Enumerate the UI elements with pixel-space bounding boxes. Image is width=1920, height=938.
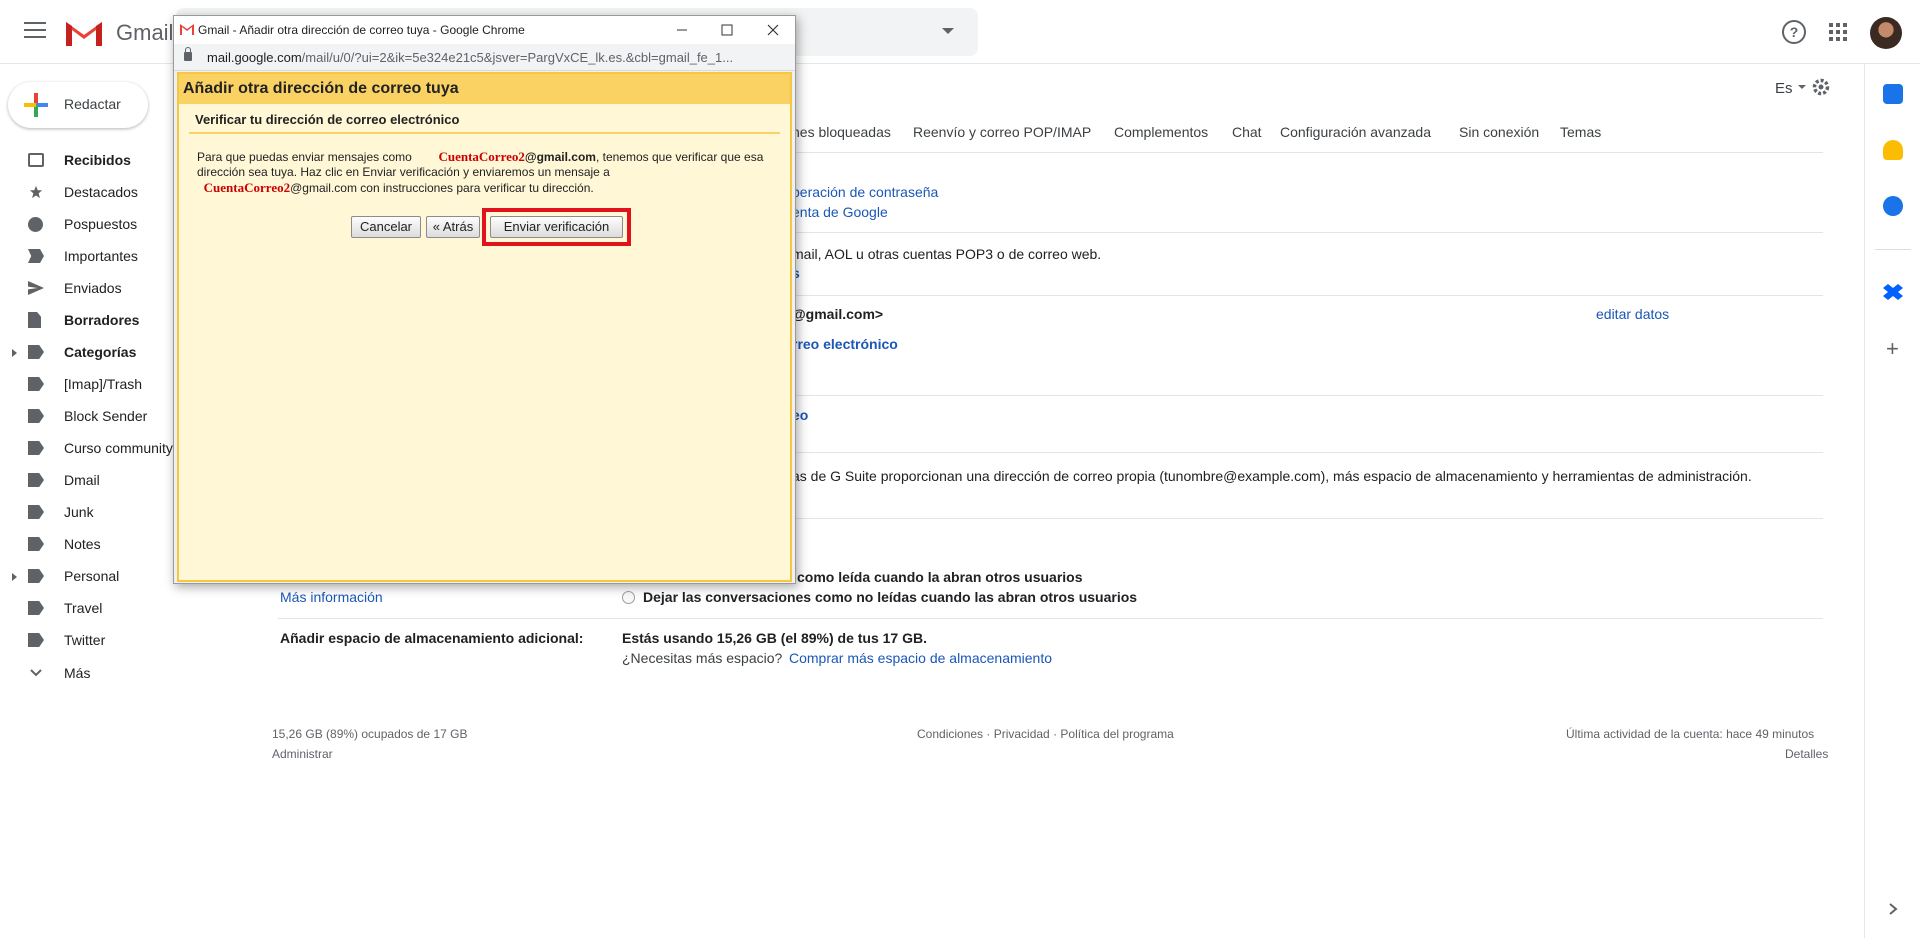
language-selector[interactable]: Es <box>1775 80 1793 97</box>
pop-accounts-text: mail, AOL u otras cuentas POP3 o de corr… <box>792 246 1102 262</box>
app-name: Gmail <box>116 20 174 45</box>
google-account-link[interactable]: enta de Google <box>792 204 888 220</box>
buy-storage-link[interactable]: Comprar más espacio de almacenamiento <box>789 650 1052 666</box>
important-icon <box>28 249 44 263</box>
footer-manage-link[interactable]: Administrar <box>272 747 333 761</box>
divider <box>1875 249 1911 250</box>
storage-usage: Estás usando 15,26 GB (el 89%) de tus 17… <box>622 630 927 646</box>
tab-themes[interactable]: Temas <box>1560 124 1601 140</box>
gear-icon[interactable] <box>1812 78 1830 96</box>
verification-popup-window: Gmail - Añadir otra dirección de correo … <box>173 15 796 584</box>
edit-data-link[interactable]: editar datos <box>1596 306 1669 322</box>
label-icon <box>28 377 44 391</box>
minimize-icon[interactable] <box>672 20 692 40</box>
lock-icon <box>184 47 192 61</box>
tab-addons[interactable]: Complementos <box>1114 124 1208 140</box>
language-caret-icon[interactable] <box>1798 85 1806 89</box>
storage-label: Añadir espacio de almacenamiento adicion… <box>280 630 584 646</box>
keep-icon[interactable] <box>1883 140 1903 160</box>
chevron-down-icon <box>30 669 42 677</box>
account-name: CuentaCorreo2 <box>203 180 291 195</box>
gmail-logo-icon[interactable] <box>64 18 104 48</box>
tab-advanced[interactable]: Configuración avanzada <box>1280 124 1431 140</box>
expand-arrow-icon[interactable] <box>12 573 17 581</box>
calendar-icon[interactable] <box>1883 84 1903 104</box>
keep-unread-option[interactable]: Dejar las conversaciones como no leídas … <box>643 589 1137 605</box>
label-icon <box>28 473 44 487</box>
divider <box>278 618 1823 619</box>
address-bar[interactable]: mail.google.com/mail/u/0/?ui=2&ik=5e324e… <box>174 44 795 71</box>
tab-blocked[interactable]: nes bloqueadas <box>792 124 891 140</box>
add-addon-icon[interactable]: + <box>1886 338 1899 360</box>
footer-storage: 15,26 GB (89%) ocupados de 17 GB <box>272 727 468 741</box>
apps-grid-icon[interactable] <box>1826 20 1850 44</box>
account-name: CuentaCorreo2 <box>438 149 525 164</box>
dropbox-icon[interactable] <box>1883 284 1903 300</box>
maximize-icon[interactable] <box>717 20 737 40</box>
label-icon <box>28 537 44 551</box>
inbox-icon <box>28 153 44 167</box>
footer-last-activity: Última actividad de la cuenta: hace 49 m… <box>1566 727 1815 741</box>
divider <box>189 132 780 134</box>
label-icon <box>28 505 44 519</box>
sidebar-item-more[interactable]: Más <box>0 657 210 689</box>
side-panel: + <box>1864 64 1920 938</box>
label-icon <box>28 441 44 455</box>
highlight-box <box>482 208 631 246</box>
footer-terms-links[interactable]: Condiciones · Privacidad · Política del … <box>917 727 1174 741</box>
search-options-icon[interactable] <box>942 28 954 34</box>
tab-forwarding[interactable]: Reenvío y correo POP/IMAP <box>913 124 1091 140</box>
help-icon[interactable]: ? <box>1782 20 1806 44</box>
sidebar-item-twitter[interactable]: Twitter <box>0 624 210 656</box>
label-icon <box>28 569 44 583</box>
draft-icon <box>28 312 41 328</box>
chevron-right-icon[interactable] <box>1887 902 1899 916</box>
compose-label: Redactar <box>64 96 121 112</box>
gmail-favicon-icon <box>180 24 194 35</box>
compose-button[interactable]: Redactar <box>8 82 148 128</box>
cancel-button[interactable]: Cancelar <box>351 216 421 238</box>
account-avatar[interactable] <box>1870 17 1902 49</box>
keep-unread-radio[interactable] <box>622 591 635 604</box>
back-button[interactable]: « Atrás <box>426 216 480 238</box>
need-space-text: ¿Necesitas más espacio? <box>622 650 783 666</box>
gsuite-text: as de G Suite proporcionan una dirección… <box>792 468 1752 484</box>
tab-offline[interactable]: Sin conexión <box>1459 124 1539 140</box>
sidebar-item-travel[interactable]: Travel <box>0 592 210 624</box>
plus-icon <box>24 93 48 117</box>
verification-message: Para que puedas enviar mensajes como Cue… <box>197 149 764 195</box>
main-menu-icon[interactable] <box>24 22 46 38</box>
close-icon[interactable] <box>763 20 783 40</box>
label-icon <box>28 601 44 615</box>
mark-read-option[interactable]: como leída cuando la abran otros usuario… <box>797 569 1083 585</box>
footer-details-link[interactable]: Detalles <box>1785 747 1828 761</box>
expand-arrow-icon[interactable] <box>12 349 17 357</box>
more-info-link[interactable]: Más información <box>280 589 383 605</box>
window-titlebar[interactable]: Gmail - Añadir otra dirección de correo … <box>174 16 795 44</box>
gmail-address: @gmail.com> <box>792 306 884 322</box>
send-icon <box>28 281 44 295</box>
dialog-heading: Añadir otra dirección de correo tuya <box>179 74 790 104</box>
dialog-subheading: Verificar tu dirección de correo electró… <box>195 112 460 127</box>
star-icon <box>29 185 43 199</box>
tab-chat[interactable]: Chat <box>1232 124 1262 140</box>
dialog-body: Añadir otra dirección de correo tuya Ver… <box>177 72 792 582</box>
label-icon <box>28 345 44 359</box>
password-recovery-link[interactable]: peración de contraseña <box>792 184 938 200</box>
clock-icon <box>28 217 43 232</box>
label-icon <box>28 409 44 423</box>
label-icon <box>28 633 44 647</box>
window-title: Gmail - Añadir otra dirección de correo … <box>198 23 525 37</box>
add-email-link[interactable]: rreo electrónico <box>792 336 898 352</box>
url-text[interactable]: mail.google.com/mail/u/0/?ui=2&ik=5e324e… <box>207 50 733 65</box>
tasks-icon[interactable] <box>1883 196 1903 216</box>
